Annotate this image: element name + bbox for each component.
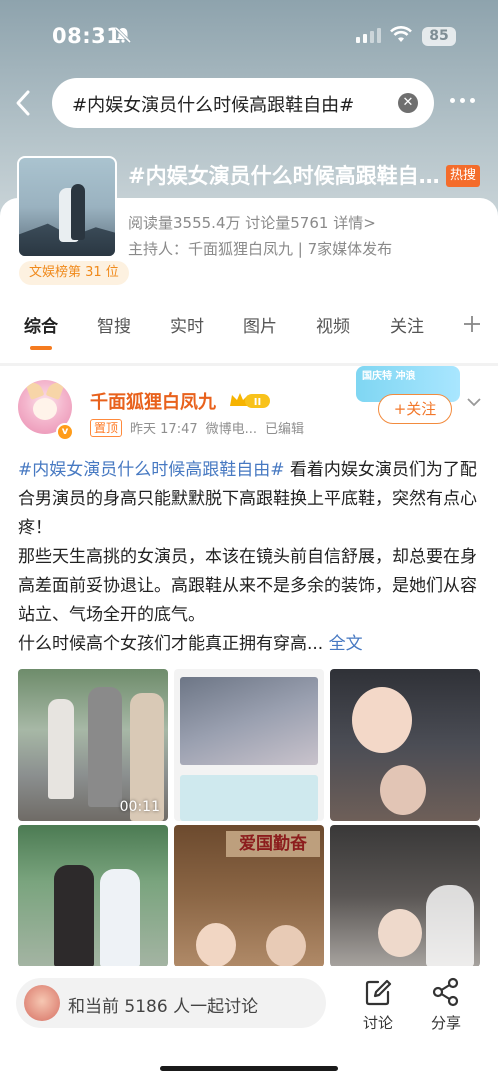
status-time: 08:31 xyxy=(52,24,122,48)
clear-icon[interactable]: ✕ xyxy=(398,93,418,113)
tab-videos[interactable]: 视频 xyxy=(316,312,350,337)
tab-following[interactable]: 关注 xyxy=(390,312,424,337)
wifi-icon xyxy=(390,26,412,42)
discuss-input[interactable]: 和当前 5186 人一起讨论 xyxy=(16,978,326,1028)
tab-smart-search[interactable]: 智搜 xyxy=(97,312,131,337)
share-icon xyxy=(432,977,459,1007)
crown-level-icon: II xyxy=(230,393,270,408)
post-image-3[interactable] xyxy=(330,669,480,821)
post-content: #内娱女演员什么时候高跟鞋自由# 看着内娱女演员们为了配合男演员的身高只能默默脱… xyxy=(18,456,484,659)
back-arrow-icon[interactable] xyxy=(10,88,38,118)
post-image-6[interactable] xyxy=(330,825,480,967)
image-sign-text: 爱国勤奋 xyxy=(226,831,320,857)
emoji-avatar-icon xyxy=(24,985,60,1021)
mute-bell-icon xyxy=(114,26,132,44)
post-video-thumbnail[interactable]: 00:11 xyxy=(18,669,168,821)
topic-title: #内娱女演员什么时候高跟鞋自由# xyxy=(128,164,442,188)
video-duration: 00:11 xyxy=(119,799,160,815)
post-image-5[interactable]: 爱国勤奋 xyxy=(174,825,324,967)
battery-indicator: 85 xyxy=(422,27,456,46)
verified-icon: v xyxy=(56,423,74,441)
home-indicator xyxy=(160,1066,338,1071)
tab-images[interactable]: 图片 xyxy=(243,312,277,337)
follow-button[interactable]: +关注 xyxy=(378,394,452,424)
add-tab-icon[interactable] xyxy=(462,314,482,334)
comment-button[interactable]: 讨论 xyxy=(348,976,408,1033)
tab-bar: 综合 智搜 实时 图片 视频 关注 xyxy=(0,312,498,352)
promo-text: 国庆特 冲浪 xyxy=(362,371,416,382)
topic-cover-image[interactable] xyxy=(17,156,117,258)
edit-icon xyxy=(365,979,392,1006)
status-bar: 08:31 85 xyxy=(0,0,498,72)
post-image-2[interactable] xyxy=(174,669,324,821)
comment-label: 讨论 xyxy=(362,1014,393,1032)
share-button[interactable]: 分享 xyxy=(416,976,476,1033)
hot-badge: 热搜 xyxy=(446,165,481,187)
topic-host[interactable]: 主持人：千面狐狸白凤九 | 7家媒体发布 xyxy=(128,238,392,259)
cellular-signal-icon xyxy=(356,28,381,43)
post-time: 昨天 17:47 xyxy=(130,422,198,437)
post-meta: 置顶 昨天 17:47 微博电... 已编辑 xyxy=(90,418,304,437)
active-tab-indicator xyxy=(30,346,52,350)
post-source: 微博电... xyxy=(205,422,258,437)
discuss-prompt: 和当前 5186 人一起讨论 xyxy=(68,997,259,1017)
tab-general[interactable]: 综合 xyxy=(24,312,58,337)
edited-label[interactable]: 已编辑 xyxy=(265,418,304,437)
topic-stats[interactable]: 阅读量3555.4万 讨论量5761 详情> xyxy=(128,212,376,233)
search-query-text: #内娱女演员什么时候高跟鞋自由# xyxy=(72,95,355,116)
post-hashtag[interactable]: #内娱女演员什么时候高跟鞋自由# xyxy=(18,460,285,480)
rank-badge[interactable]: 文娱榜第 31 位 xyxy=(19,261,129,285)
full-text-link[interactable]: 全文 xyxy=(329,634,363,654)
svg-text:II: II xyxy=(254,397,261,408)
chevron-down-icon[interactable] xyxy=(466,396,482,408)
post-body: 看着内娱女演员们为了配合男演员的身高只能默默脱下高跟鞋换上平底鞋，突然有点心疼！… xyxy=(18,460,477,654)
search-input[interactable]: #内娱女演员什么时候高跟鞋自由# ✕ xyxy=(52,78,434,128)
author-name[interactable]: 千面狐狸白凤九 xyxy=(90,388,216,414)
pinned-badge: 置顶 xyxy=(90,418,123,437)
share-label: 分享 xyxy=(430,1014,461,1032)
tab-realtime[interactable]: 实时 xyxy=(170,312,204,337)
more-options-icon[interactable] xyxy=(450,98,475,103)
post-image-4[interactable] xyxy=(18,825,168,967)
top-nav: #内娱女演员什么时候高跟鞋自由# ✕ xyxy=(0,78,498,128)
